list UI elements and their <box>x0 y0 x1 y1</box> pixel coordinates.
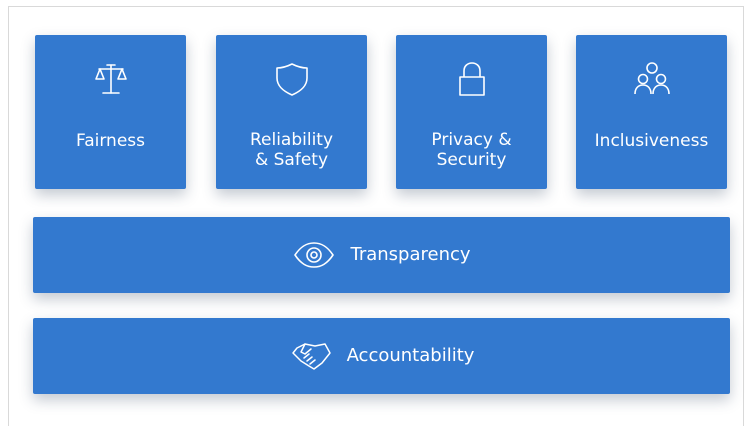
shield-icon <box>272 59 312 99</box>
pillar-privacy-security: Privacy & Security <box>396 35 547 189</box>
pillar-inclusiveness: Inclusiveness <box>576 35 727 189</box>
principles-diagram: Fairness Reliability & Safety Privacy & … <box>8 6 744 426</box>
foundation-label: Accountability <box>346 345 475 366</box>
eye-icon <box>292 240 336 270</box>
foundation-accountability: Accountability <box>33 318 730 394</box>
pillar-label: Inclusiveness <box>594 131 709 151</box>
pillar-fairness: Fairness <box>35 35 186 189</box>
handshake-icon <box>289 341 333 371</box>
people-icon <box>632 59 672 99</box>
scales-icon <box>91 59 131 99</box>
foundation-label: Transparency <box>350 244 471 265</box>
pillar-reliability-safety: Reliability & Safety <box>216 35 367 189</box>
pillar-label: Fairness <box>76 131 145 151</box>
foundation-transparency: Transparency <box>33 217 730 293</box>
pillar-label: Reliability & Safety <box>249 130 334 170</box>
lock-icon <box>452 59 492 99</box>
pillar-label: Privacy & Security <box>431 130 512 170</box>
